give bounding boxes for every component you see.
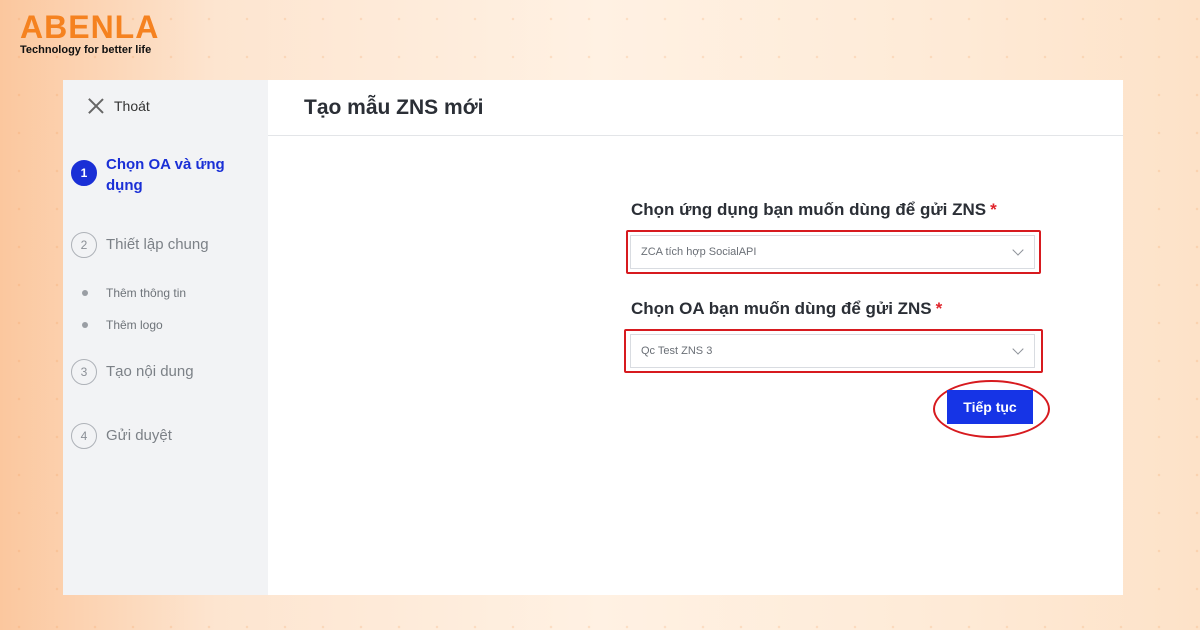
close-icon[interactable]: [87, 97, 105, 115]
brand-tagline: Technology for better life: [20, 44, 152, 56]
next-button[interactable]: Tiếp tục: [947, 390, 1033, 424]
step-number: 2: [71, 232, 97, 258]
chevron-down-icon: [1012, 343, 1024, 355]
step-choose-oa-app[interactable]: 1 Chọn OA và ứng dụng: [71, 156, 236, 196]
app-select-value: ZCA tích hợp SocialAPI: [641, 246, 757, 258]
page-title: Tạo mẫu ZNS mới: [304, 95, 484, 119]
exit-label: Thoát: [114, 98, 150, 114]
required-marker: *: [990, 200, 997, 219]
step-label: Gửi duyệt: [106, 427, 172, 444]
bullet-icon: [82, 322, 88, 328]
brand-logo: ABENLA Technology for better life: [20, 10, 159, 56]
app-select[interactable]: ZCA tích hợp SocialAPI: [630, 235, 1035, 269]
step-number: 3: [71, 359, 97, 385]
required-marker: *: [935, 299, 943, 318]
substep-add-logo[interactable]: Thêm logo: [82, 318, 163, 332]
sidebar: Thoát 1 Chọn OA và ứng dụng 2 Thiết lập …: [63, 80, 268, 595]
step-create-content[interactable]: 3 Tạo nội dung: [71, 359, 194, 385]
step-submit-review[interactable]: 4 Gửi duyệt: [71, 423, 172, 449]
exit-button[interactable]: Thoát: [87, 97, 150, 115]
oa-field-label: Chọn OA bạn muốn dùng để gửi ZNS *: [631, 299, 942, 319]
bullet-icon: [82, 290, 88, 296]
app-field-label-text: Chọn ứng dụng bạn muốn dùng để gửi ZNS: [631, 200, 987, 219]
oa-select-value: Qc Test ZNS 3: [641, 345, 713, 357]
main-content: Tạo mẫu ZNS mới Chọn ứng dụng bạn muốn d…: [268, 80, 1123, 595]
chevron-down-icon: [1012, 244, 1024, 256]
substep-label: Thêm thông tin: [106, 286, 187, 300]
app-field-label: Chọn ứng dụng bạn muốn dùng để gửi ZNS *: [631, 200, 997, 220]
zns-template-window: Thoát 1 Chọn OA và ứng dụng 2 Thiết lập …: [63, 80, 1123, 595]
oa-field-label-text: Chọn OA bạn muốn dùng để gửi ZNS: [631, 299, 932, 318]
step-general-setup[interactable]: 2 Thiết lập chung: [71, 232, 209, 258]
main-header: Tạo mẫu ZNS mới: [268, 80, 1123, 136]
substep-add-info[interactable]: Thêm thông tin: [82, 286, 186, 300]
step-label: Thiết lập chung: [106, 236, 209, 253]
substep-label: Thêm logo: [106, 318, 163, 332]
step-number: 4: [71, 423, 97, 449]
oa-select[interactable]: Qc Test ZNS 3: [630, 334, 1035, 368]
step-label: Tạo nội dung: [106, 363, 194, 380]
brand-name: ABENLA: [20, 9, 160, 45]
step-label: Chọn OA và ứng dụng: [106, 156, 225, 194]
step-number: 1: [71, 160, 97, 186]
